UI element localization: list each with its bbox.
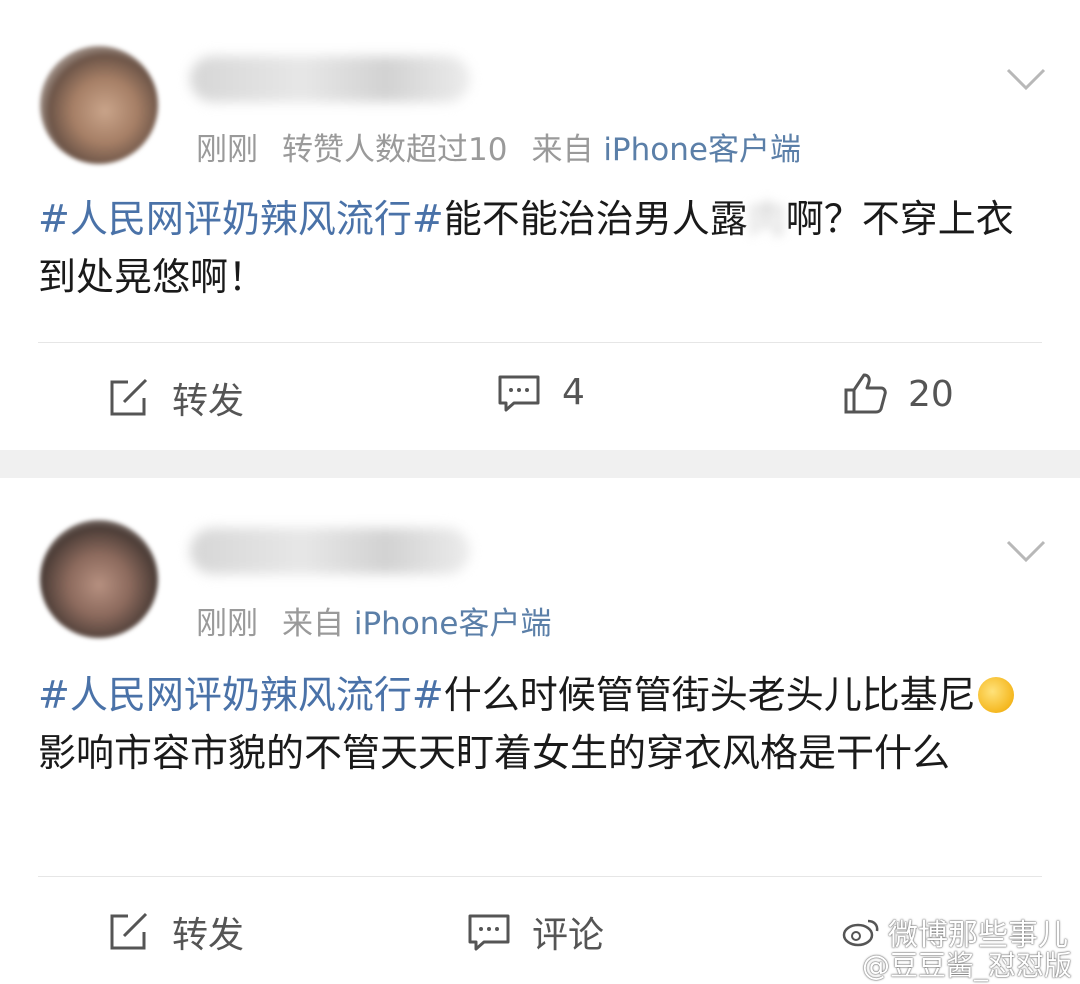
thinking-emoji-icon bbox=[977, 677, 1014, 713]
hashtag-link[interactable]: #人民网评奶辣风流行# bbox=[38, 673, 444, 717]
username-blurred[interactable] bbox=[190, 528, 470, 574]
comment-label: 评论 bbox=[532, 915, 605, 956]
watermark-handle: @豆豆酱_怼怼版 bbox=[862, 949, 1073, 982]
comment-icon bbox=[468, 914, 510, 951]
avatar[interactable] bbox=[40, 520, 158, 638]
post-card: 刚刚 来自 iPhone客户端 #人民网评奶辣风流行#什么时候管管街头老头儿比基尼… bbox=[0, 0, 1080, 980]
weibo-logo-icon bbox=[842, 919, 879, 947]
post-text: 什么时候管管街头老头儿比基尼 bbox=[443, 673, 976, 717]
via-label: 来自 bbox=[282, 606, 344, 642]
source-link[interactable]: iPhone客户端 bbox=[354, 606, 552, 642]
post-time: 刚刚 bbox=[196, 606, 258, 642]
divider bbox=[38, 876, 1042, 877]
post-text-cont: 影响市容市貌的不管天天盯着女生的穿衣风格是干什么 bbox=[38, 731, 951, 775]
comment-button[interactable]: 评论 bbox=[466, 906, 604, 958]
chevron-down-icon[interactable] bbox=[1004, 536, 1048, 566]
post-meta: 刚刚 来自 iPhone客户端 bbox=[196, 598, 552, 643]
post-body: #人民网评奶辣风流行#什么时候管管街头老头儿比基尼影响市容市貌的不管天天盯着女生… bbox=[38, 666, 1048, 782]
repost-label: 转发 bbox=[172, 915, 245, 956]
repost-icon bbox=[110, 912, 148, 950]
repost-button[interactable]: 转发 bbox=[106, 906, 244, 958]
